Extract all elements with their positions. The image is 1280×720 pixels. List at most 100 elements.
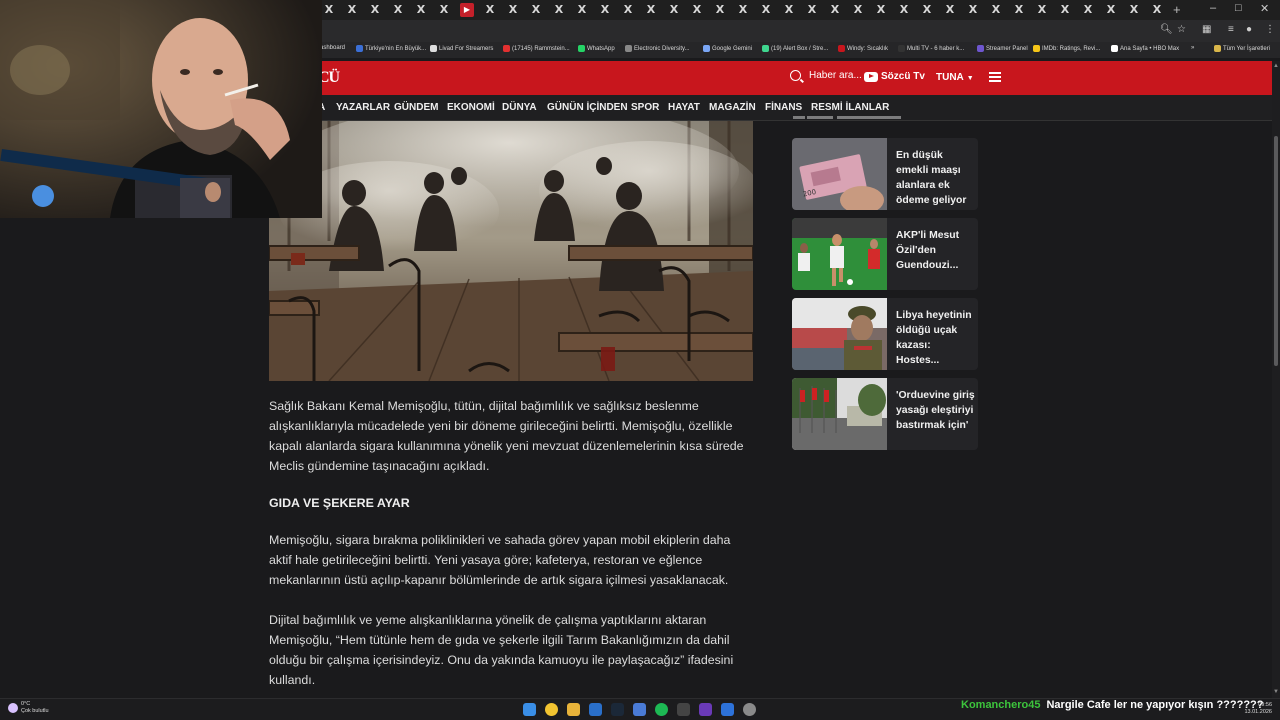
nav-item[interactable]: SPOR xyxy=(631,102,659,113)
steam-icon[interactable] xyxy=(611,703,624,716)
bookmark-item[interactable]: WhatsApp xyxy=(578,45,615,52)
browser-menu-icon[interactable]: ⋮ xyxy=(1265,24,1275,35)
browser-tab-close-icon[interactable]: X xyxy=(483,3,497,17)
browser-tab-close-icon[interactable]: X xyxy=(598,3,612,17)
bookmark-item[interactable]: ashboard xyxy=(320,45,345,51)
app-icon[interactable] xyxy=(721,703,734,716)
browser-tab-close-icon[interactable]: X xyxy=(437,3,451,17)
sidebar-news-title[interactable]: AKP'li Mesut Özil'den Guendouzi... xyxy=(896,228,976,273)
sozcu-tv-link[interactable]: Sözcü Tv xyxy=(864,71,925,82)
browser-tab-close-icon[interactable]: X xyxy=(322,3,336,17)
browser-tab-close-icon[interactable]: X xyxy=(805,3,819,17)
bookmark-item[interactable]: » xyxy=(1191,45,1194,51)
app-icon[interactable] xyxy=(589,703,602,716)
browser-tab-close-icon[interactable]: X xyxy=(713,3,727,17)
browser-tab-close-icon[interactable]: X xyxy=(874,3,888,17)
sidebar-news-card[interactable]: 200 En düşük emekli maaşı alanlara ek öd… xyxy=(792,138,978,210)
browser-tab-close-icon[interactable]: X xyxy=(368,3,382,17)
sidebar-news-card[interactable]: Libya heyetinin öldüğü uçak kazası: Host… xyxy=(792,298,978,370)
browser-tab-close-icon[interactable]: X xyxy=(897,3,911,17)
bookmark-star-icon[interactable]: ☆ xyxy=(1177,24,1186,35)
twitch-icon[interactable] xyxy=(699,703,712,716)
browser-tab-close-icon[interactable]: X xyxy=(644,3,658,17)
browser-tab-close-icon[interactable]: X xyxy=(1104,3,1118,17)
browser-tab-close-icon[interactable]: X xyxy=(782,3,796,17)
zoom-icon[interactable]: 🔍︎ xyxy=(1160,24,1173,35)
spotify-icon[interactable] xyxy=(655,703,668,716)
browser-tab-close-icon[interactable]: X xyxy=(851,3,865,17)
bookmark-item[interactable]: Multi TV - 6 haber k... xyxy=(898,45,964,52)
bookmark-item[interactable]: (19) Alert Box / Stre... xyxy=(762,45,828,52)
browser-tab-close-icon[interactable]: X xyxy=(621,3,635,17)
sidebar-news-title[interactable]: 'Orduevine giriş yasağı eleştiriyi bastı… xyxy=(896,388,976,433)
bookmark-item[interactable]: Livad For Streamers xyxy=(430,45,493,52)
browser-tab-close-icon[interactable]: X xyxy=(506,3,520,17)
extensions-icon[interactable]: ▦ xyxy=(1202,24,1211,35)
maximize-button[interactable]: □ xyxy=(1235,2,1242,14)
browser-tab-close-icon[interactable]: X xyxy=(1127,3,1141,17)
app-icon[interactable] xyxy=(743,703,756,716)
browser-tab-close-icon[interactable]: X xyxy=(1150,3,1164,17)
bookmark-item[interactable]: Electronic Diversity... xyxy=(625,45,690,52)
nav-item[interactable]: GÜNÜN İÇİNDEN xyxy=(547,102,628,113)
browser-tab-close-icon[interactable]: X xyxy=(943,3,957,17)
search-icon[interactable] xyxy=(790,70,801,81)
chrome-icon[interactable] xyxy=(545,703,558,716)
close-window-button[interactable]: ✕ xyxy=(1260,2,1269,15)
nav-item[interactable]: EKONOMİ xyxy=(447,102,495,113)
browser-tab-close-icon[interactable]: X xyxy=(966,3,980,17)
nav-item[interactable]: FİNANS xyxy=(765,102,802,113)
bookmark-item[interactable]: IMDb: Ratings, Revi... xyxy=(1033,45,1100,52)
sidebar-news-title[interactable]: En düşük emekli maaşı alanlara ek ödeme … xyxy=(896,148,976,208)
bookmark-item[interactable]: Streamer Panel xyxy=(977,45,1028,52)
nav-item[interactable]: DÜNYA xyxy=(502,102,537,113)
site-search[interactable]: Haber ara... xyxy=(790,70,862,81)
bookmark-item[interactable]: Windy: Sıcaklık xyxy=(838,45,888,52)
browser-tab-close-icon[interactable]: X xyxy=(552,3,566,17)
browser-tab-close-icon[interactable]: X xyxy=(920,3,934,17)
browser-tab-close-icon[interactable]: X xyxy=(667,3,681,17)
user-menu[interactable]: TUNA ▼ xyxy=(936,72,974,83)
app-icon[interactable] xyxy=(677,703,690,716)
sidebar-news-card[interactable]: 'Orduevine giriş yasağı eleştiriyi bastı… xyxy=(792,378,978,450)
nav-item[interactable]: YAZARLAR xyxy=(336,102,390,113)
bookmark-item[interactable]: Türkiye'nin En Büyük... xyxy=(356,45,426,52)
profile-icon[interactable]: ● xyxy=(1246,24,1252,35)
sidebar-news-card[interactable]: AKP'li Mesut Özil'den Guendouzi... xyxy=(792,218,978,290)
page-scrollbar[interactable]: ▲ ▼ xyxy=(1272,61,1280,700)
browser-tab-close-icon[interactable]: X xyxy=(759,3,773,17)
browser-tab-close-icon[interactable]: X xyxy=(690,3,704,17)
new-tab-button[interactable]: + xyxy=(1173,2,1181,17)
browser-tab-close-icon[interactable]: X xyxy=(391,3,405,17)
app-icon[interactable] xyxy=(633,703,646,716)
browser-tab-close-icon[interactable]: X xyxy=(828,3,842,17)
browser-tab-close-icon[interactable]: X xyxy=(345,3,359,17)
browser-tab-close-icon[interactable]: X xyxy=(989,3,1003,17)
bookmark-item[interactable]: Google Gemini xyxy=(703,45,752,52)
scroll-up-icon[interactable]: ▲ xyxy=(1273,63,1279,69)
bookmark-item[interactable]: (17145) Rammstein... xyxy=(503,45,570,52)
nav-item[interactable]: RESMİ İLANLAR xyxy=(811,102,889,113)
nav-item[interactable]: HAYAT xyxy=(668,102,700,113)
minimize-button[interactable]: – xyxy=(1210,2,1216,14)
file-explorer-icon[interactable] xyxy=(567,703,580,716)
browser-tab-close-icon[interactable]: X xyxy=(1035,3,1049,17)
tab-search-icon[interactable]: ≡ xyxy=(1228,24,1234,35)
browser-tab-close-icon[interactable]: X xyxy=(736,3,750,17)
hamburger-menu-icon[interactable] xyxy=(989,72,1001,82)
scroll-down-icon[interactable]: ▼ xyxy=(1273,689,1279,695)
browser-tab-close-icon[interactable]: ▶ xyxy=(460,3,474,17)
browser-tab-close-icon[interactable]: X xyxy=(1081,3,1095,17)
browser-tab-close-icon[interactable]: X xyxy=(529,3,543,17)
weather-widget[interactable]: 0°C Çok bulutlu xyxy=(8,701,49,715)
nav-item[interactable]: MAGAZİN xyxy=(709,102,756,113)
nav-item[interactable]: GÜNDEM xyxy=(394,102,438,113)
browser-tab-close-icon[interactable]: X xyxy=(414,3,428,17)
browser-tab-close-icon[interactable]: X xyxy=(1058,3,1072,17)
bookmark-item[interactable]: Ana Sayfa • HBO Max xyxy=(1111,45,1179,52)
scrollbar-thumb[interactable] xyxy=(1274,136,1278,366)
sidebar-news-title[interactable]: Libya heyetinin öldüğü uçak kazası: Host… xyxy=(896,308,976,368)
windows-start-icon[interactable] xyxy=(523,703,536,716)
search-placeholder[interactable]: Haber ara... xyxy=(809,70,862,81)
browser-tab-close-icon[interactable]: X xyxy=(1012,3,1026,17)
